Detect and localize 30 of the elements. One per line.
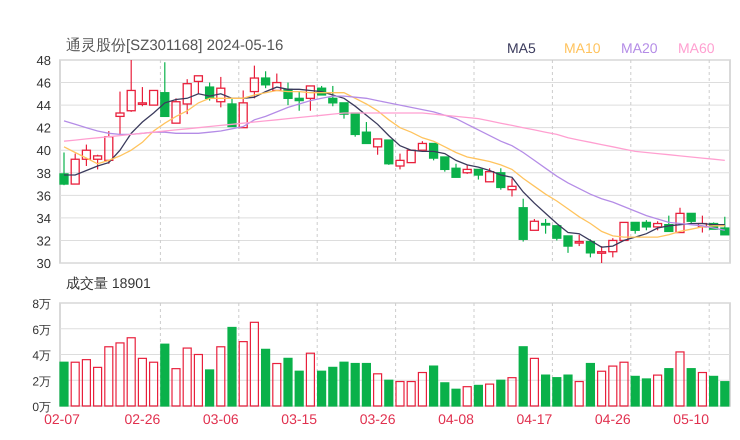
date-label: 03-15 — [281, 411, 318, 427]
date-label: 05-10 — [673, 411, 710, 427]
chart-title: 通灵股份[SZ301168] 2024-05-16 — [66, 36, 284, 56]
axis-label: 2万 — [32, 374, 51, 388]
volume-title: 成交量 18901 — [66, 275, 151, 293]
axis-label: 32 — [36, 233, 51, 248]
axis-label: 30 — [36, 256, 51, 271]
date-label: 04-08 — [438, 411, 474, 427]
axis-label: 44 — [36, 98, 51, 114]
axis-label: 36 — [36, 188, 51, 204]
legend-label: MA60 — [678, 40, 716, 56]
date-label: 03-06 — [202, 411, 239, 427]
axis-label: 6万 — [32, 322, 51, 337]
date-label: 03-26 — [360, 411, 396, 427]
date-label: 02-07 — [44, 411, 80, 427]
axis-label: 0万 — [32, 400, 51, 414]
axis-label: 42 — [36, 120, 51, 136]
legend-label: MA10 — [564, 40, 602, 56]
legend-label: MA5 — [507, 40, 537, 56]
legend-label: MA20 — [621, 40, 659, 56]
axis-label: 48 — [36, 56, 51, 68]
axis-label: 34 — [36, 210, 51, 226]
date-label: 02-26 — [124, 411, 160, 427]
date-label: 04-17 — [516, 411, 552, 427]
axis-label: 46 — [36, 76, 51, 91]
date-label: 04-26 — [594, 411, 631, 427]
axis-label: 40 — [36, 143, 51, 158]
axis-label: 4万 — [32, 348, 51, 362]
axis-label: 38 — [36, 166, 51, 181]
axis-label: 8万 — [32, 297, 51, 311]
